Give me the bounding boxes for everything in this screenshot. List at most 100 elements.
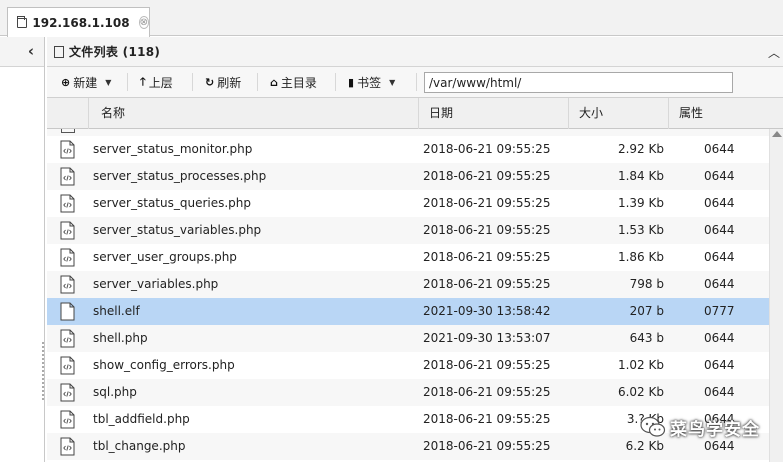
refresh-button[interactable]: ↻ 刷新	[199, 71, 247, 93]
file-size: 2.92 Kb	[617, 142, 664, 156]
php-file-icon	[60, 329, 75, 348]
table-row[interactable]: server_status_queries.php 2018-06-21 09:5…	[47, 190, 769, 217]
file-icon	[61, 129, 75, 133]
file-attr: 0644	[704, 277, 735, 291]
file-name: server_status_variables.php	[93, 223, 262, 237]
file-size: 1.53 Kb	[617, 223, 664, 237]
php-file-icon	[60, 194, 75, 213]
tab-bar: 192.168.1.108 ⊗	[0, 0, 783, 37]
file-list-title: 文件列表 (118)	[69, 45, 161, 59]
file-date: 2018-06-21 09:55:25	[423, 277, 551, 291]
toolbar: ⊕ 新建 ▼ 🡑 上层 ↻ 刷新 ⌂ 主目录 ▮ 书签 ▼	[47, 67, 783, 98]
file-date: 2018-06-21 09:55:25	[423, 439, 551, 453]
column-header-date[interactable]: 日期	[419, 98, 569, 129]
toolbar-divider	[257, 73, 258, 91]
file-name: sql.php	[93, 385, 137, 399]
vertical-scrollbar[interactable]	[769, 129, 783, 462]
watermark: 菜鸟学安全	[640, 412, 760, 442]
file-size: 6.02 Kb	[617, 385, 664, 399]
collapse-left-icon[interactable]: ‹	[0, 37, 44, 67]
file-attr: 0644	[704, 142, 735, 156]
close-icon[interactable]: ⊗	[138, 16, 149, 29]
bookmark-label: 书签	[357, 75, 382, 90]
home-label: 主目录	[280, 75, 317, 90]
file-attr: 0644	[704, 223, 735, 237]
scroll-up-icon[interactable]	[772, 131, 782, 137]
file-name: tbl_change.php	[93, 439, 186, 453]
table-row[interactable]: sql.php 2018-06-21 09:55:25 6.02 Kb 0644	[47, 379, 769, 406]
refresh-icon: ↻	[205, 75, 215, 89]
file-date: 2021-09-30 13:53:07	[423, 331, 551, 345]
file-date: 2021-09-30 13:58:42	[423, 304, 551, 318]
file-attr: 0777	[704, 304, 735, 318]
php-file-icon	[60, 356, 75, 375]
php-file-icon	[60, 167, 75, 186]
left-panel: ‹	[0, 37, 45, 462]
php-file-icon	[60, 221, 75, 240]
arrow-up-icon: 🡑	[140, 74, 146, 88]
new-button[interactable]: ⊕ 新建 ▼	[55, 71, 117, 93]
php-file-icon	[60, 248, 75, 267]
table-row[interactable]: show_config_errors.php 2018-06-21 09:55:2…	[47, 352, 769, 379]
php-file-icon	[60, 437, 75, 456]
chevron-down-icon: ▼	[105, 77, 112, 87]
column-header-size[interactable]: 大小	[569, 98, 669, 129]
parent-dir-button[interactable]: 🡑 上层	[134, 71, 179, 93]
plus-circle-icon: ⊕	[61, 75, 71, 89]
path-input[interactable]	[424, 72, 733, 93]
toolbar-divider	[127, 73, 128, 91]
file-name: server_variables.php	[93, 277, 219, 291]
column-header-name[interactable]: 名称	[89, 98, 419, 129]
table-row[interactable]: server_user_groups.php 2018-06-21 09:55:2…	[47, 244, 769, 271]
file-name: show_config_errors.php	[93, 358, 235, 372]
file-name: shell.elf	[93, 304, 140, 318]
file-date: 2018-06-21 09:55:25	[423, 142, 551, 156]
home-icon: ⌂	[270, 75, 278, 89]
file-date: 2018-06-21 09:55:25	[423, 223, 551, 237]
table-row[interactable]: shell.elf 2021-09-30 13:58:42 207 b 0777	[47, 298, 769, 325]
parent-dir-label: 上层	[148, 75, 173, 90]
file-name: server_status_processes.php	[93, 169, 267, 183]
file-date: 2018-06-21 09:55:25	[423, 358, 551, 372]
bookmark-icon: ▮	[348, 75, 355, 89]
file-size: 207 b	[629, 304, 664, 318]
file-name: server_user_groups.php	[93, 250, 237, 264]
file-name: server_status_monitor.php	[93, 142, 253, 156]
file-table-header: 名称 日期 大小 属性	[47, 98, 783, 129]
file-attr: 0644	[704, 196, 735, 210]
php-file-icon	[60, 140, 75, 159]
file-date: 2018-06-21 09:55:25	[423, 196, 551, 210]
home-button[interactable]: ⌂ 主目录	[264, 71, 323, 93]
file-size: 1.84 Kb	[617, 169, 664, 183]
table-row[interactable]: server_status_variables.php 2018-06-21 09…	[47, 217, 769, 244]
bookmark-button[interactable]: ▮ 书签 ▼	[342, 71, 401, 93]
tab-host[interactable]: 192.168.1.108 ⊗	[7, 7, 150, 37]
collapse-up-icon[interactable]: ︿	[768, 44, 780, 61]
plain-file-icon	[60, 302, 75, 321]
table-row[interactable]: shell.php 2021-09-30 13:53:07 643 b 0644	[47, 325, 769, 352]
file-size: 643 b	[629, 331, 664, 345]
panel-splitter-handle[interactable]	[42, 342, 44, 402]
column-header-icon	[47, 98, 89, 129]
partial-row	[47, 129, 769, 136]
file-date: 2018-06-21 09:55:25	[423, 169, 551, 183]
table-row[interactable]: server_status_processes.php 2018-06-21 09…	[47, 163, 769, 190]
file-name: server_status_queries.php	[93, 196, 252, 210]
file-attr: 0644	[704, 169, 735, 183]
file-attr: 0644	[704, 358, 735, 372]
chevron-down-icon: ▼	[389, 77, 396, 87]
table-row[interactable]: server_variables.php 2018-06-21 09:55:25 7…	[47, 271, 769, 298]
wechat-icon	[640, 416, 666, 437]
toolbar-divider	[335, 73, 336, 91]
column-header-attr[interactable]: 属性	[669, 98, 769, 129]
file-size: 1.86 Kb	[617, 250, 664, 264]
file-list-icon	[54, 45, 64, 58]
new-button-label: 新建	[73, 75, 98, 90]
file-name: tbl_addfield.php	[93, 412, 190, 426]
php-file-icon	[60, 410, 75, 429]
table-row[interactable]: server_status_monitor.php 2018-06-21 09:5…	[47, 136, 769, 163]
file-attr: 0644	[704, 250, 735, 264]
file-date: 2018-06-21 09:55:25	[423, 385, 551, 399]
file-date: 2018-06-21 09:55:25	[423, 250, 551, 264]
file-attr: 0644	[704, 385, 735, 399]
